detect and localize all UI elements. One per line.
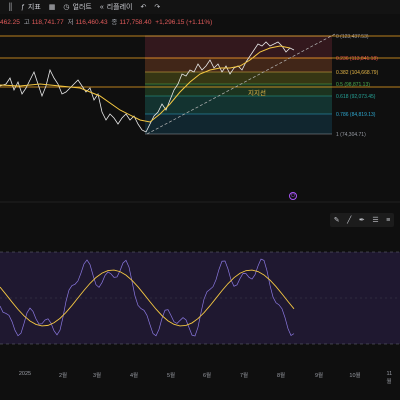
- month-label: 4월: [129, 373, 139, 379]
- month-label: 7월: [239, 373, 249, 379]
- fib-zone: [145, 114, 332, 134]
- pen-icon[interactable]: ✒: [359, 217, 365, 224]
- fib-level-label: 0.786 (84,819.13): [336, 112, 376, 118]
- fib-zone: [145, 58, 332, 72]
- month-label: 6월: [202, 373, 212, 379]
- month-label: 3월: [92, 373, 102, 379]
- fib-zone: [145, 72, 332, 84]
- month-label: 11월: [386, 371, 393, 385]
- fib-level-label: 0.236 (113,841.18): [336, 56, 378, 62]
- month-label: 10월: [349, 373, 361, 379]
- fibonacci-retracement[interactable]: 0 (123,437.53) 0.236 (113,841.18) 0.382 (1…: [145, 34, 379, 138]
- fib-zone: [145, 96, 332, 114]
- fib-level-label: 0 (123,437.53): [336, 34, 369, 40]
- time-axis: 2025 2월 3월 4월 5월 6월 7월 8월 9월 10월 11월: [0, 371, 400, 385]
- month-label: 9월: [314, 373, 324, 379]
- alert-marker-icon[interactable]: ⏻: [289, 192, 297, 200]
- month-label: 8월: [276, 373, 286, 379]
- fib-level-label: 0.382 (104,668.79): [336, 70, 379, 76]
- pencil-icon[interactable]: ✎: [334, 217, 340, 224]
- month-label: 2025: [18, 371, 32, 377]
- drawing-toolbar: ✎ ╱ ✒ ☰ ≡: [330, 213, 394, 227]
- price-chart[interactable]: 0 (123,437.53) 0.236 (113,841.18) 0.382 (1…: [0, 0, 400, 400]
- menu-icon[interactable]: ≡: [386, 217, 390, 224]
- support-annotation[interactable]: 지지선: [248, 88, 266, 97]
- fib-level-label: 0.618 (92,073.45): [336, 94, 376, 100]
- fib-zone: [145, 36, 332, 58]
- month-label: 5월: [166, 373, 176, 379]
- fib-level-label: 1 (74,304.71): [336, 132, 366, 138]
- month-label: 2월: [58, 373, 68, 379]
- line-icon[interactable]: ╱: [347, 217, 351, 224]
- list-icon[interactable]: ☰: [372, 217, 378, 224]
- fib-zone: [145, 84, 332, 96]
